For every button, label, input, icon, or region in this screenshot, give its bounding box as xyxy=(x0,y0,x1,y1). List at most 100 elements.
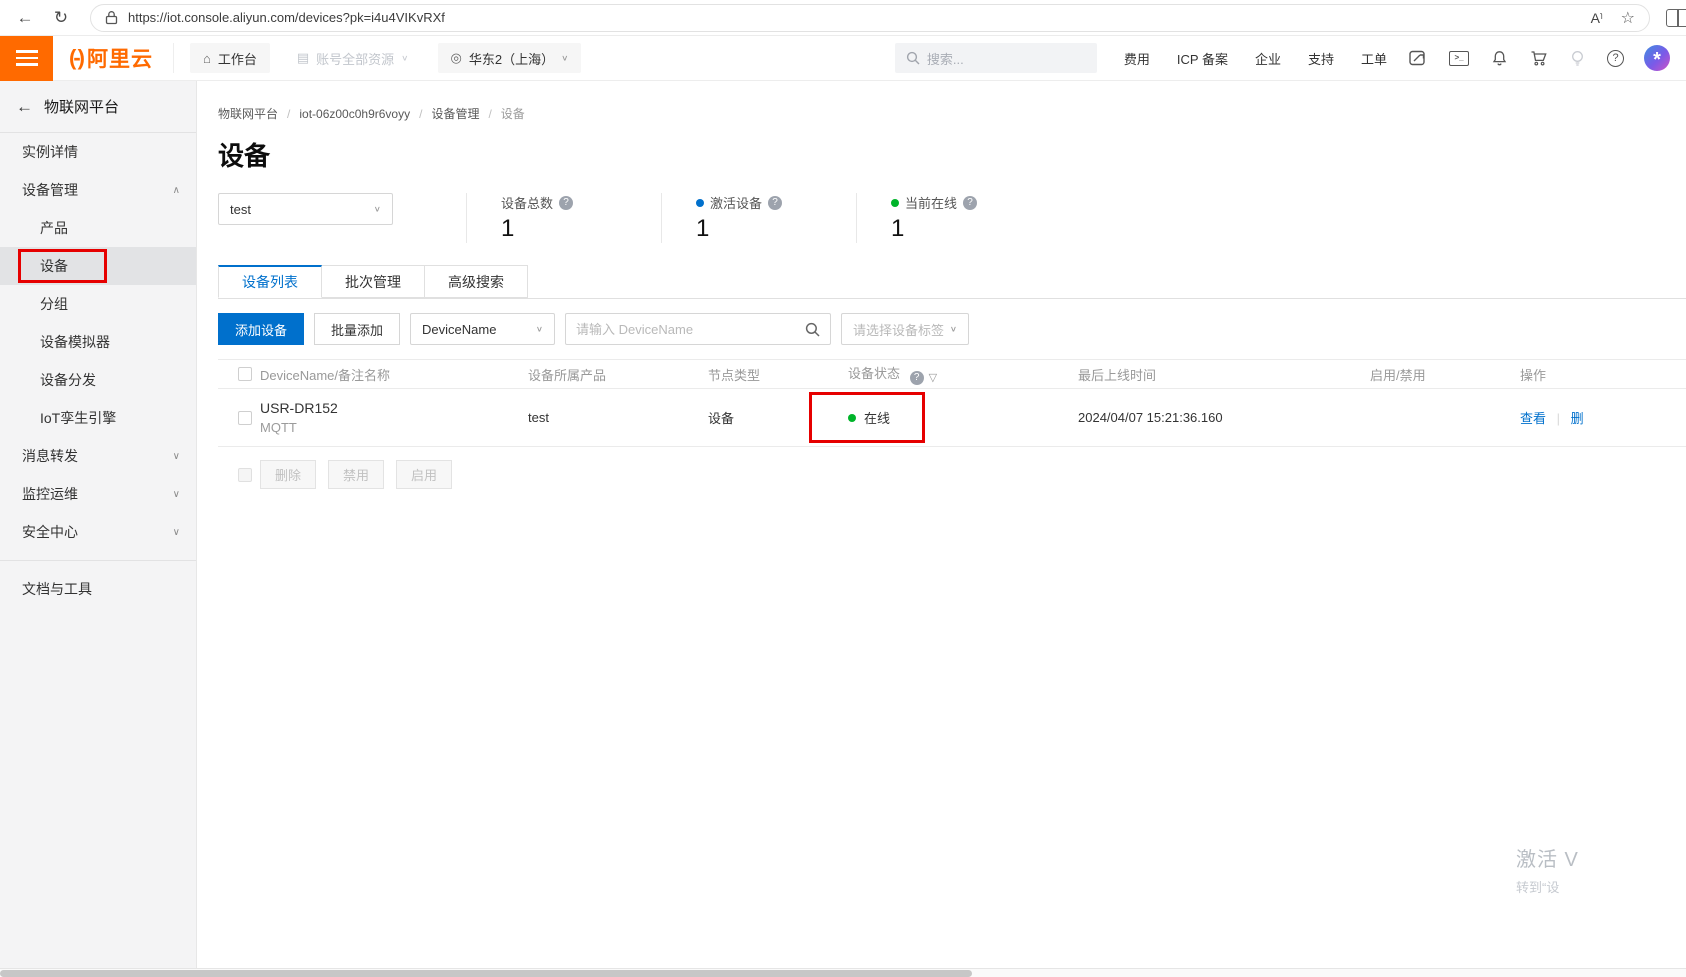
api-icon[interactable] xyxy=(1409,50,1427,67)
account-resources-dropdown[interactable]: ▤ 账号全部资源 ∨ xyxy=(284,43,422,73)
sidebar-item-groups[interactable]: 分组 xyxy=(0,285,196,323)
lightbulb-icon[interactable] xyxy=(1570,50,1585,67)
batch-enable-button[interactable]: 启用 xyxy=(396,460,452,489)
browser-toolbar: ← ↻ https://iot.console.aliyun.com/devic… xyxy=(0,0,1686,36)
top-link-support[interactable]: 支持 xyxy=(1308,49,1334,68)
blue-dot-icon xyxy=(696,199,704,207)
col-header-product: 设备所属产品 xyxy=(528,365,708,384)
table-row: USR-DR152 MQTT test 设备 在线 2024/04/07 15:… xyxy=(218,389,1686,447)
device-toolbar: 添加设备 批量添加 DeviceName ∨ 请选择设备标签 ∨ xyxy=(218,313,1686,345)
home-icon: ⌂ xyxy=(203,51,211,66)
sidebar: ← 物联网平台 实例详情 设备管理 ∧ 产品 设备 分组 设备模拟器 设备分发 … xyxy=(0,81,197,977)
aliyun-logo[interactable]: (-) 阿里云 xyxy=(53,43,174,73)
sidebar-divider xyxy=(0,560,196,561)
device-status: 在线 xyxy=(864,408,890,427)
device-search-input[interactable] xyxy=(576,322,805,337)
help-icon[interactable]: ? xyxy=(559,196,573,210)
sidebar-item-message-forwarding[interactable]: 消息转发 ∨ xyxy=(0,437,196,475)
chevron-down-icon: ∨ xyxy=(401,54,408,63)
cart-icon[interactable] xyxy=(1530,50,1548,67)
device-tag-select[interactable]: 请选择设备标签 ∨ xyxy=(841,313,969,345)
sidebar-item-devices[interactable]: 设备 xyxy=(0,247,196,285)
view-link[interactable]: 查看 xyxy=(1520,411,1546,426)
sidebar-item-instance-details[interactable]: 实例详情 xyxy=(0,133,196,171)
sidebar-item-docs-tools[interactable]: 文档与工具 xyxy=(0,570,196,608)
help-icon[interactable]: ? xyxy=(910,371,924,385)
sidebar-item-device-distribution[interactable]: 设备分发 xyxy=(0,361,196,399)
add-device-button[interactable]: 添加设备 xyxy=(218,313,304,345)
sidebar-item-monitoring-ops[interactable]: 监控运维 ∨ xyxy=(0,475,196,513)
help-icon[interactable]: ? xyxy=(768,196,782,210)
col-header-status: 设备状态 ? ▽ xyxy=(848,363,1078,385)
select-all-checkbox[interactable] xyxy=(238,367,252,381)
read-aloud-icon[interactable]: Aɿ xyxy=(1591,10,1603,26)
user-avatar[interactable]: * xyxy=(1644,45,1670,71)
split-screen-icon[interactable] xyxy=(1666,9,1686,27)
batch-select-checkbox[interactable] xyxy=(238,468,252,482)
filter-icon[interactable]: ▽ xyxy=(929,371,937,385)
device-name-link[interactable]: USR-DR152 xyxy=(260,400,528,416)
green-dot-icon xyxy=(891,199,899,207)
sidebar-item-products[interactable]: 产品 xyxy=(0,209,196,247)
aliyun-logo-text: 阿里云 xyxy=(87,43,153,73)
sidebar-header[interactable]: ← 物联网平台 xyxy=(0,81,196,133)
batch-add-button[interactable]: 批量添加 xyxy=(314,313,400,345)
stat-online-devices: 当前在线 ? 1 xyxy=(856,193,1051,243)
delete-link[interactable]: 删 xyxy=(1571,411,1584,426)
horizontal-scrollbar[interactable] xyxy=(0,968,1686,977)
chevron-up-icon: ∧ xyxy=(173,185,180,196)
top-link-billing[interactable]: 费用 xyxy=(1124,49,1150,68)
breadcrumb-item[interactable]: 设备管理 xyxy=(431,105,479,122)
batch-delete-button[interactable]: 删除 xyxy=(260,460,316,489)
col-header-enable: 启用/禁用 xyxy=(1370,365,1520,384)
search-field-select[interactable]: DeviceName ∨ xyxy=(410,313,555,345)
global-search-input[interactable]: 搜索... xyxy=(895,43,1097,73)
sidebar-item-device-management[interactable]: 设备管理 ∧ xyxy=(0,171,196,209)
stat-activated-devices: 激活设备 ? 1 xyxy=(661,193,856,243)
back-icon[interactable]: ← xyxy=(12,5,38,31)
main-content: 物联网平台 / iot-06z00c0h9r6voyy / 设备管理 / 设备 … xyxy=(197,81,1686,977)
chevron-down-icon: ∨ xyxy=(374,205,381,214)
top-nav: (-) 阿里云 ⌂ 工作台 ▤ 账号全部资源 ∨ ◎ 华东2（上海） ∨ 搜索.… xyxy=(0,36,1686,81)
tab-batch-management[interactable]: 批次管理 xyxy=(322,265,425,298)
device-product: test xyxy=(528,410,708,425)
stat-total-devices: 设备总数 ? 1 xyxy=(466,193,661,243)
scrollbar-thumb[interactable] xyxy=(0,970,972,977)
row-checkbox[interactable] xyxy=(238,411,252,425)
batch-disable-button[interactable]: 禁用 xyxy=(328,460,384,489)
region-selector[interactable]: ◎ 华东2（上海） ∨ xyxy=(438,43,582,73)
top-link-enterprise[interactable]: 企业 xyxy=(1255,49,1281,68)
chevron-down-icon: ∨ xyxy=(173,451,180,462)
stat-value: 1 xyxy=(696,215,856,243)
refresh-icon[interactable]: ↻ xyxy=(48,5,74,31)
sidebar-item-device-simulator[interactable]: 设备模拟器 xyxy=(0,323,196,361)
back-arrow-icon[interactable]: ← xyxy=(16,97,33,117)
sidebar-item-iot-twin-engine[interactable]: IoT孪生引擎 xyxy=(0,399,196,437)
top-link-icp[interactable]: ICP 备案 xyxy=(1177,49,1228,68)
annotation-box-sidebar: 设备 xyxy=(18,249,107,283)
col-header-nodetype: 节点类型 xyxy=(708,365,848,384)
url-text[interactable]: https://iot.console.aliyun.com/devices?p… xyxy=(128,10,1581,25)
search-icon[interactable] xyxy=(805,322,820,337)
page-title: 设备 xyxy=(218,136,1686,173)
favorite-star-icon[interactable]: ☆ xyxy=(1621,8,1635,28)
device-protocol: MQTT xyxy=(260,420,528,435)
online-dot-icon xyxy=(848,414,856,422)
breadcrumb-item[interactable]: iot-06z00c0h9r6voyy xyxy=(299,107,410,121)
top-link-tickets[interactable]: 工单 xyxy=(1361,49,1387,68)
tab-advanced-search[interactable]: 高级搜索 xyxy=(425,265,528,298)
location-pin-icon: ◎ xyxy=(451,50,462,66)
workbench-button[interactable]: ⌂ 工作台 xyxy=(190,43,270,73)
help-icon[interactable]: ? xyxy=(1607,50,1624,67)
notifications-bell-icon[interactable] xyxy=(1491,50,1508,67)
sidebar-item-security-center[interactable]: 安全中心 ∨ xyxy=(0,513,196,551)
cloudshell-terminal-icon[interactable]: >_ xyxy=(1449,51,1469,66)
breadcrumb-item[interactable]: 物联网平台 xyxy=(218,105,278,122)
device-table: DeviceName/备注名称 设备所属产品 节点类型 设备状态 ? ▽ 最后上… xyxy=(218,359,1686,447)
help-icon[interactable]: ? xyxy=(963,196,977,210)
tab-device-list[interactable]: 设备列表 xyxy=(218,265,322,298)
address-bar[interactable]: https://iot.console.aliyun.com/devices?p… xyxy=(90,4,1650,32)
hamburger-menu-icon[interactable] xyxy=(0,36,53,81)
batch-actions-row: 删除 禁用 启用 xyxy=(218,460,1686,489)
product-filter-select[interactable]: test ∨ xyxy=(218,193,393,225)
